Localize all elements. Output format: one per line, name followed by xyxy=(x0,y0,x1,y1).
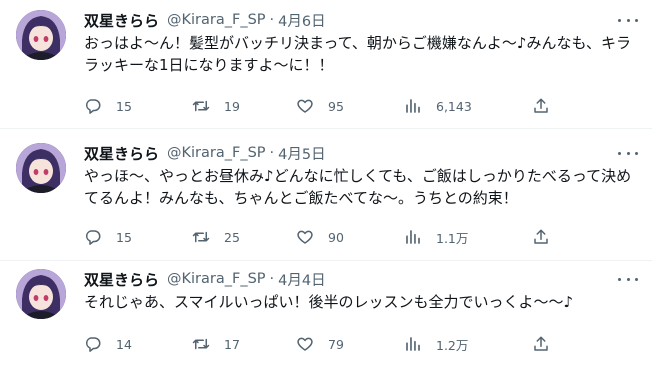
tweet-header: 双星きらら @Kirara_F_SP · 4月5日 xyxy=(84,143,326,163)
avatar[interactable] xyxy=(16,10,66,60)
like-button[interactable]: 95 xyxy=(296,96,344,116)
retweet-icon xyxy=(192,228,210,246)
retweet-button[interactable]: 19 xyxy=(192,96,240,116)
tweet[interactable]: 双星きらら @Kirara_F_SP · 4月5日 やっほ〜、やっとお昼休み♪ど… xyxy=(0,137,652,255)
separator: · xyxy=(269,145,275,161)
retweet-count: 25 xyxy=(224,229,240,245)
display-name[interactable]: 双星きらら xyxy=(84,143,159,164)
like-button[interactable]: 79 xyxy=(296,334,344,354)
views-button[interactable]: 1.1万 xyxy=(404,227,468,247)
divider xyxy=(0,260,652,261)
views-icon xyxy=(404,228,422,246)
like-count: 90 xyxy=(328,229,344,245)
more-icon[interactable] xyxy=(618,12,638,28)
share-button[interactable] xyxy=(532,227,550,247)
tweet-date[interactable]: 4月4日 xyxy=(278,269,325,290)
reply-icon xyxy=(84,335,102,353)
retweet-icon xyxy=(192,335,210,353)
more-icon[interactable] xyxy=(618,145,638,161)
tweet-date[interactable]: 4月6日 xyxy=(278,10,325,31)
tweet-actions: 15 25 90 1.1万 xyxy=(84,227,554,247)
retweet-icon xyxy=(192,97,210,115)
share-button[interactable] xyxy=(532,334,550,354)
views-button[interactable]: 6,143 xyxy=(404,96,472,116)
reply-icon xyxy=(84,97,102,115)
heart-icon xyxy=(296,97,314,115)
share-icon xyxy=(532,228,550,246)
reply-count: 15 xyxy=(116,98,132,114)
tweet-header: 双星きらら @Kirara_F_SP · 4月6日 xyxy=(84,10,326,30)
avatar-image xyxy=(16,269,66,319)
tweet-header: 双星きらら @Kirara_F_SP · 4月4日 xyxy=(84,269,326,289)
like-count: 95 xyxy=(328,98,344,114)
share-button[interactable] xyxy=(532,96,550,116)
tweet-text: やっほ〜、やっとお昼休み♪どんなに忙しくても、ご飯はしっかりたべるって決めてるん… xyxy=(84,167,632,207)
reply-button[interactable]: 15 xyxy=(84,96,132,116)
share-icon xyxy=(532,335,550,353)
user-handle[interactable]: @Kirara_F_SP xyxy=(167,12,266,28)
avatar[interactable] xyxy=(16,269,66,319)
reply-count: 14 xyxy=(116,336,132,352)
user-handle[interactable]: @Kirara_F_SP xyxy=(167,145,266,161)
separator: · xyxy=(269,271,275,287)
reply-button[interactable]: 15 xyxy=(84,227,132,247)
like-count: 79 xyxy=(328,336,344,352)
heart-icon xyxy=(296,335,314,353)
like-button[interactable]: 90 xyxy=(296,227,344,247)
more-icon[interactable] xyxy=(618,271,638,287)
views-count: 6,143 xyxy=(436,98,472,114)
display-name[interactable]: 双星きらら xyxy=(84,10,159,31)
share-icon xyxy=(532,97,550,115)
tweet[interactable]: 双星きらら @Kirara_F_SP · 4月6日 おっはよ〜ん！髪型がバッチリ… xyxy=(0,4,652,122)
tweet[interactable]: 双星きらら @Kirara_F_SP · 4月4日 それじゃあ、スマイルいっぱい… xyxy=(0,263,652,363)
heart-icon xyxy=(296,228,314,246)
tweet-text: それじゃあ、スマイルいっぱい！後半のレッスンも全力でいっくよ〜〜♪ xyxy=(84,293,574,311)
reply-count: 15 xyxy=(116,229,132,245)
views-icon xyxy=(404,97,422,115)
separator: · xyxy=(269,12,275,28)
retweet-count: 17 xyxy=(224,336,240,352)
retweet-count: 19 xyxy=(224,98,240,114)
tweet-date[interactable]: 4月5日 xyxy=(278,143,325,164)
display-name[interactable]: 双星きらら xyxy=(84,269,159,290)
retweet-button[interactable]: 17 xyxy=(192,334,240,354)
avatar[interactable] xyxy=(16,143,66,193)
views-button[interactable]: 1.2万 xyxy=(404,334,468,354)
retweet-button[interactable]: 25 xyxy=(192,227,240,247)
avatar-image xyxy=(16,10,66,60)
tweet-actions: 14 17 79 1.2万 xyxy=(84,334,554,354)
avatar-image xyxy=(16,143,66,193)
reply-button[interactable]: 14 xyxy=(84,334,132,354)
tweet-actions: 15 19 95 6,143 xyxy=(84,96,554,116)
tweet-text: おっはよ〜ん！髪型がバッチリ決まって、朝からご機嫌なんよ〜♪みんなも、キララッキ… xyxy=(84,34,632,74)
views-count: 1.2万 xyxy=(436,337,469,353)
views-count: 1.1万 xyxy=(436,230,469,246)
views-icon xyxy=(404,335,422,353)
reply-icon xyxy=(84,228,102,246)
user-handle[interactable]: @Kirara_F_SP xyxy=(167,271,266,287)
tweet-feed: 双星きらら @Kirara_F_SP · 4月6日 おっはよ〜ん！髪型がバッチリ… xyxy=(0,0,652,365)
divider xyxy=(0,128,652,129)
